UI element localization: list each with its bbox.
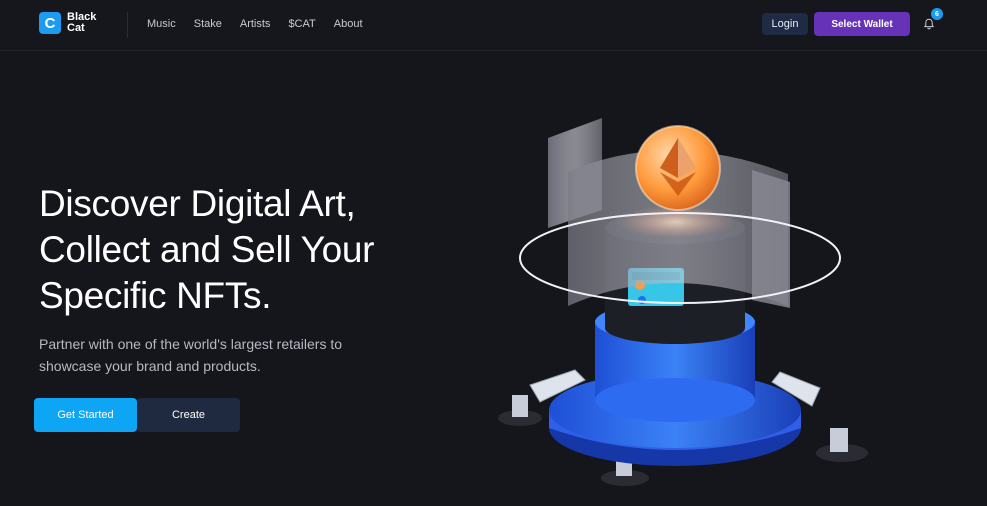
nav-item-artists[interactable]: Artists	[240, 18, 271, 31]
top-navbar: C Black Cat Music Stake Artists $CAT Abo…	[0, 0, 987, 51]
brand-logo[interactable]: C Black Cat	[39, 12, 107, 34]
nft-machine-illustration	[498, 118, 868, 486]
nav-item-music[interactable]: Music	[147, 18, 176, 31]
main-menu: Music Stake Artists $CAT About	[147, 18, 381, 31]
login-button[interactable]: Login	[762, 13, 808, 35]
create-button[interactable]: Create	[137, 398, 240, 432]
hero-title-line3: Specific NFTs.	[39, 275, 272, 316]
hero-subtitle: Partner with one of the world's largest …	[39, 336, 343, 374]
logo-icon: C	[39, 12, 61, 34]
nav-divider	[127, 12, 128, 38]
get-started-button[interactable]: Get Started	[34, 398, 137, 432]
brand-name-line2: Cat	[67, 22, 85, 34]
nav-item-about[interactable]: About	[334, 18, 363, 31]
nav-item-stake[interactable]: Stake	[194, 18, 222, 31]
hero-title: Discover Digital Art, Collect and Sell Y…	[39, 181, 459, 319]
notification-badge: 6	[931, 8, 943, 20]
select-wallet-button[interactable]: Select Wallet	[814, 12, 910, 36]
nav-item-cat[interactable]: $CAT	[288, 18, 315, 31]
brand-name: Black Cat	[67, 12, 107, 34]
hero-title-line2: Collect and Sell Your	[39, 229, 375, 270]
hero-title-line1: Discover Digital Art,	[39, 183, 356, 224]
